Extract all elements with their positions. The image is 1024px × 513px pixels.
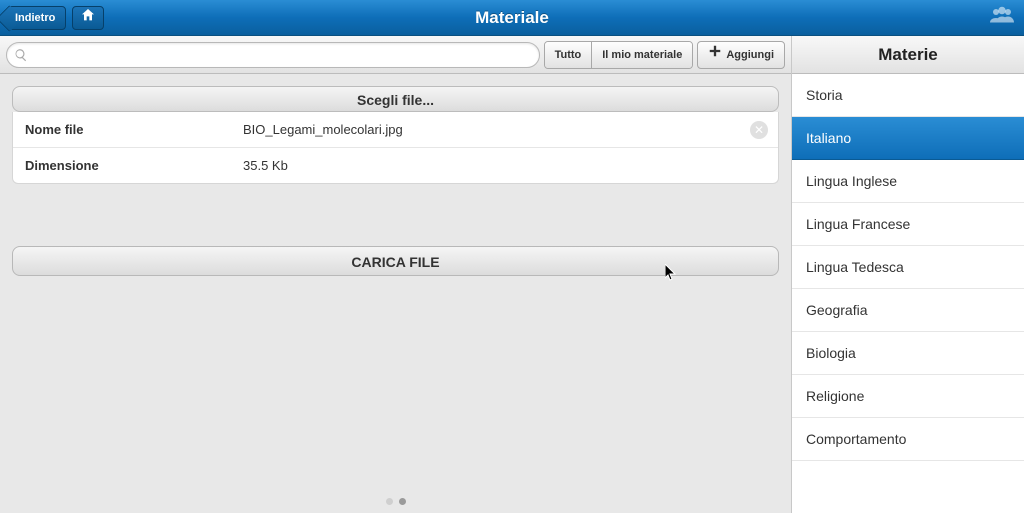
subject-item[interactable]: Biologia [792, 332, 1024, 375]
subject-item[interactable]: Italiano [792, 117, 1024, 160]
home-icon [80, 7, 96, 28]
subject-item[interactable]: Storia [792, 74, 1024, 117]
main-pane: Tutto Il mio materiale Aggiungi Scegli f… [0, 36, 792, 513]
file-name-value: BIO_Legami_molecolari.jpg [243, 122, 766, 137]
back-label: Indietro [15, 12, 55, 24]
plus-icon [708, 42, 722, 68]
clear-file-button[interactable]: ✕ [750, 121, 768, 139]
subject-list[interactable]: StoriaItalianoLingua IngleseLingua Franc… [792, 74, 1024, 513]
home-button[interactable] [72, 6, 104, 30]
upload-button[interactable]: CARICA FILE [12, 246, 779, 276]
subject-item[interactable]: Lingua Francese [792, 203, 1024, 246]
file-size-label: Dimensione [25, 158, 243, 173]
toolbar: Tutto Il mio materiale Aggiungi [0, 36, 791, 74]
page-indicator [0, 498, 791, 505]
search-input[interactable] [6, 42, 540, 68]
filter-segment: Tutto Il mio materiale [544, 41, 694, 69]
subject-item[interactable]: Religione [792, 375, 1024, 418]
file-name-label: Nome file [25, 122, 243, 137]
page-dot[interactable] [386, 498, 393, 505]
tab-my-material[interactable]: Il mio materiale [592, 42, 692, 68]
add-button[interactable]: Aggiungi [697, 41, 785, 69]
people-icon[interactable] [988, 6, 1016, 29]
sidebar: Materie StoriaItalianoLingua IngleseLing… [792, 36, 1024, 513]
file-info-panel: Nome file BIO_Legami_molecolari.jpg ✕ Di… [12, 112, 779, 184]
subject-item[interactable]: Comportamento [792, 418, 1024, 461]
file-size-value: 35.5 Kb [243, 158, 766, 173]
subject-item[interactable]: Lingua Tedesca [792, 246, 1024, 289]
file-size-row: Dimensione 35.5 Kb [13, 148, 778, 183]
app-header: Indietro Materiale [0, 0, 1024, 36]
search-icon [14, 48, 28, 62]
back-button[interactable]: Indietro [8, 6, 66, 30]
subject-item[interactable]: Lingua Inglese [792, 160, 1024, 203]
add-label: Aggiungi [726, 42, 774, 68]
subject-item[interactable]: Geografia [792, 289, 1024, 332]
page-title: Materiale [0, 8, 1024, 28]
tab-all[interactable]: Tutto [545, 42, 593, 68]
close-icon: ✕ [754, 123, 764, 137]
choose-file-header[interactable]: Scegli file... [12, 86, 779, 112]
file-name-row: Nome file BIO_Legami_molecolari.jpg ✕ [13, 112, 778, 148]
sidebar-title: Materie [792, 36, 1024, 74]
page-dot[interactable] [399, 498, 406, 505]
